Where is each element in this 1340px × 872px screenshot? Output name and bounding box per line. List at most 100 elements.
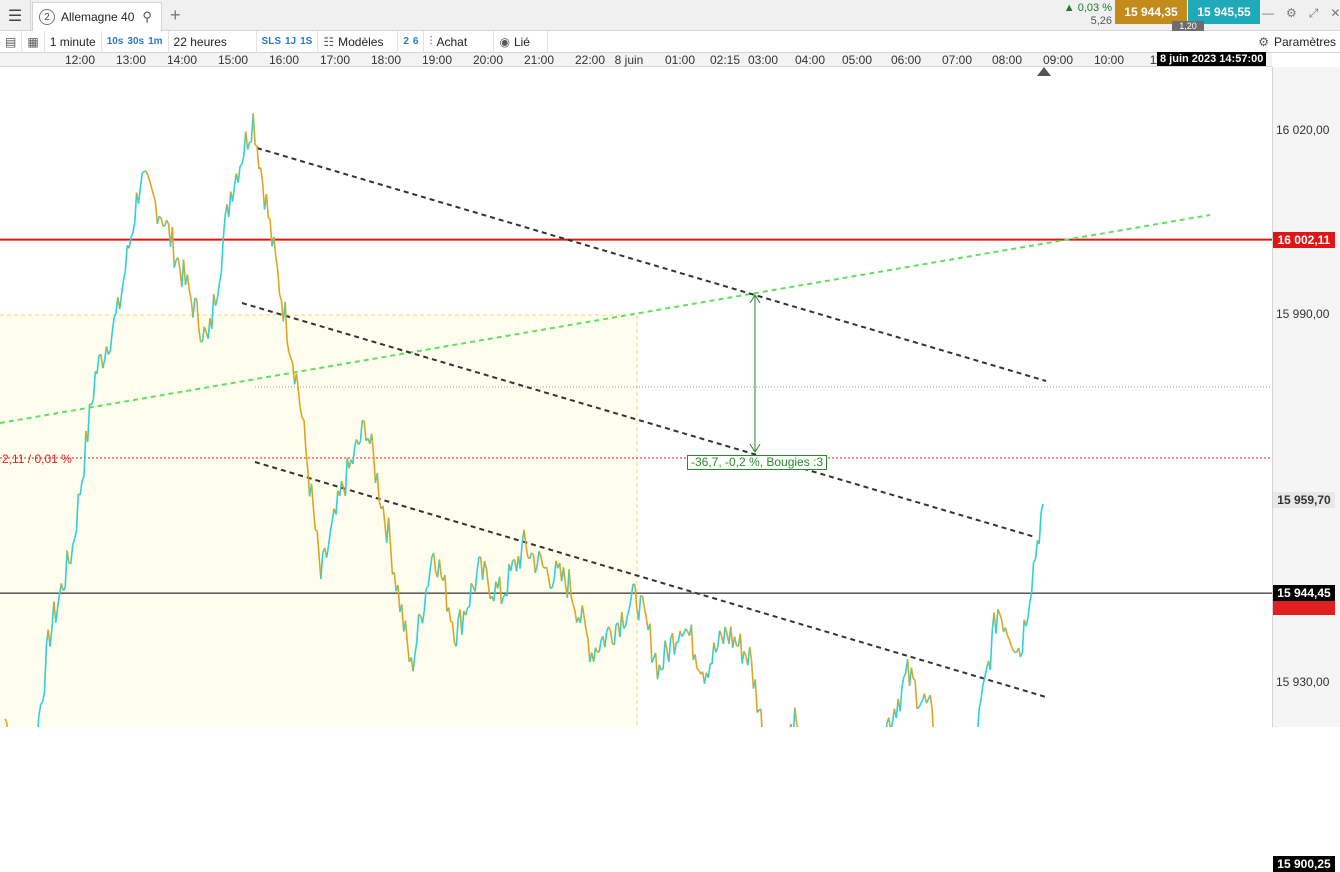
measure-tool-label[interactable]: -36,7, -0,2 %, Bougies :3 — [687, 455, 827, 470]
price-segment — [131, 233, 133, 238]
price-segment — [977, 709, 979, 727]
resistance-price-tag: 16 002,11 — [1273, 232, 1335, 248]
linked-button[interactable]: ◉Lié — [494, 31, 548, 53]
price-segment — [1009, 639, 1011, 645]
price-chart[interactable] — [0, 67, 1340, 727]
price-segment — [921, 700, 923, 704]
buy-chart-icon: ⫶ — [429, 34, 432, 49]
price-segment — [1030, 592, 1032, 602]
model-6-button[interactable]: 6 — [413, 36, 419, 47]
price-tick-label: 15 930,00 — [1276, 675, 1329, 689]
price-segment — [697, 669, 699, 671]
price-segment — [148, 176, 150, 182]
price-segment — [915, 680, 917, 708]
model-2-button[interactable]: 2 — [403, 36, 409, 47]
price-segment — [1005, 628, 1007, 636]
time-tick-label: 14:00 — [167, 53, 197, 67]
settings-button[interactable]: ⚙Paramètres — [1258, 31, 1336, 53]
up-arrow-icon: ▲ — [1064, 2, 1075, 14]
tf-30s-button[interactable]: 30s — [127, 36, 144, 47]
gear-icon: ⚙ — [1258, 35, 1269, 49]
tf-1m-button[interactable]: 1m — [148, 36, 162, 47]
time-axis: 12:0013:0014:0015:0016:0017:0018:0019:00… — [0, 53, 1272, 67]
search-icon[interactable]: ⚲ — [142, 9, 152, 25]
time-tick-label: 19:00 — [422, 53, 452, 67]
top-bar: ☰ 2 Allemagne 40 ⚲ + ▲ 0,03 % 5,26 15 94… — [0, 0, 1340, 31]
detach-icon[interactable]: ⤢ — [1309, 6, 1319, 21]
price-segment — [120, 294, 122, 309]
layout-grid-icon[interactable]: ▦ — [22, 31, 44, 53]
add-tab-icon[interactable]: + — [170, 5, 181, 26]
models-button[interactable]: ☷Modèles — [318, 31, 398, 53]
minimize-icon[interactable]: — — [1262, 6, 1274, 21]
price-segment — [221, 241, 223, 273]
time-tick-label: 13:00 — [116, 53, 146, 67]
high-marker-price-tag: 15 959,70 — [1273, 492, 1335, 508]
time-tick-label: 18:00 — [371, 53, 401, 67]
price-segment — [1011, 645, 1013, 649]
time-tick-label: 06:00 — [891, 53, 921, 67]
timeframe-select[interactable]: 1 minute — [45, 31, 102, 53]
time-tick-label: 03:00 — [748, 53, 778, 67]
menu-icon[interactable]: ☰ — [0, 0, 31, 31]
chart-toolbar: ▤ ▦ 1 minute 10s 30s 1m 22 heures SLS 1J… — [0, 31, 1340, 53]
price-segment — [268, 218, 270, 220]
time-tick-label: 02:15 — [710, 53, 740, 67]
price-segment — [161, 218, 163, 226]
duration-select[interactable]: 22 heures — [169, 31, 257, 53]
time-tick-label: 07:00 — [942, 53, 972, 67]
price-segment — [708, 664, 710, 679]
price-segment — [639, 596, 641, 621]
price-segment — [891, 721, 893, 727]
price-segment — [913, 679, 915, 681]
price-segment — [919, 703, 921, 707]
time-tick-label: 05:00 — [842, 53, 872, 67]
duration-1j-button[interactable]: 1J — [285, 36, 296, 47]
close-icon[interactable]: ✕ — [1330, 6, 1340, 21]
price-segment — [157, 216, 159, 224]
price-segment — [451, 621, 453, 622]
price-segment — [146, 171, 148, 176]
price-segment — [163, 225, 165, 226]
settings-window-icon[interactable]: ⚙ — [1286, 6, 1297, 21]
time-tick-label: 10:00 — [1094, 53, 1124, 67]
price-segment — [1022, 620, 1024, 654]
time-tick-label: 21:00 — [524, 53, 554, 67]
price-segment — [266, 194, 268, 218]
chart-list-icon[interactable]: ▤ — [0, 31, 22, 53]
price-segment — [926, 699, 928, 703]
time-tick-label: 15:00 — [218, 53, 248, 67]
price-segment — [930, 695, 932, 709]
price-axis[interactable] — [1272, 67, 1340, 727]
scroll-handle-icon[interactable] — [1037, 67, 1051, 76]
price-segment — [705, 673, 707, 684]
price-segment — [1007, 635, 1009, 639]
price-segment — [223, 217, 225, 241]
tf-10s-button[interactable]: 10s — [107, 36, 124, 47]
price-segment — [184, 260, 186, 285]
price-segment — [742, 651, 744, 663]
duration-1s-button[interactable]: 1S — [300, 36, 312, 47]
spread-badge: 1,20 — [1172, 21, 1204, 31]
price-segment — [140, 172, 142, 187]
price-segment — [996, 609, 998, 633]
duration-sls-button[interactable]: SLS — [262, 36, 281, 47]
price-segment — [682, 633, 684, 636]
price-segment — [889, 718, 891, 728]
price-segment — [242, 156, 244, 165]
price-segment — [712, 643, 714, 665]
cursor-date-label: 8 juin 2023 14:57:00 — [1157, 52, 1266, 66]
quick-durations: SLS 1J 1S — [257, 31, 319, 53]
buy-button[interactable]: ⫶Achat — [424, 31, 494, 53]
price-segment — [744, 651, 746, 656]
tab-allemagne-40[interactable]: 2 Allemagne 40 ⚲ — [32, 2, 162, 31]
price-segment — [735, 637, 737, 646]
price-segment — [280, 294, 282, 301]
price-segment — [686, 629, 688, 632]
time-tick-label: 22:00 — [575, 53, 605, 67]
tab-number: 2 — [39, 9, 55, 25]
price-segment — [985, 669, 987, 678]
price-segment — [1019, 648, 1021, 657]
price-segment — [1013, 650, 1015, 653]
price-segment — [468, 607, 470, 608]
